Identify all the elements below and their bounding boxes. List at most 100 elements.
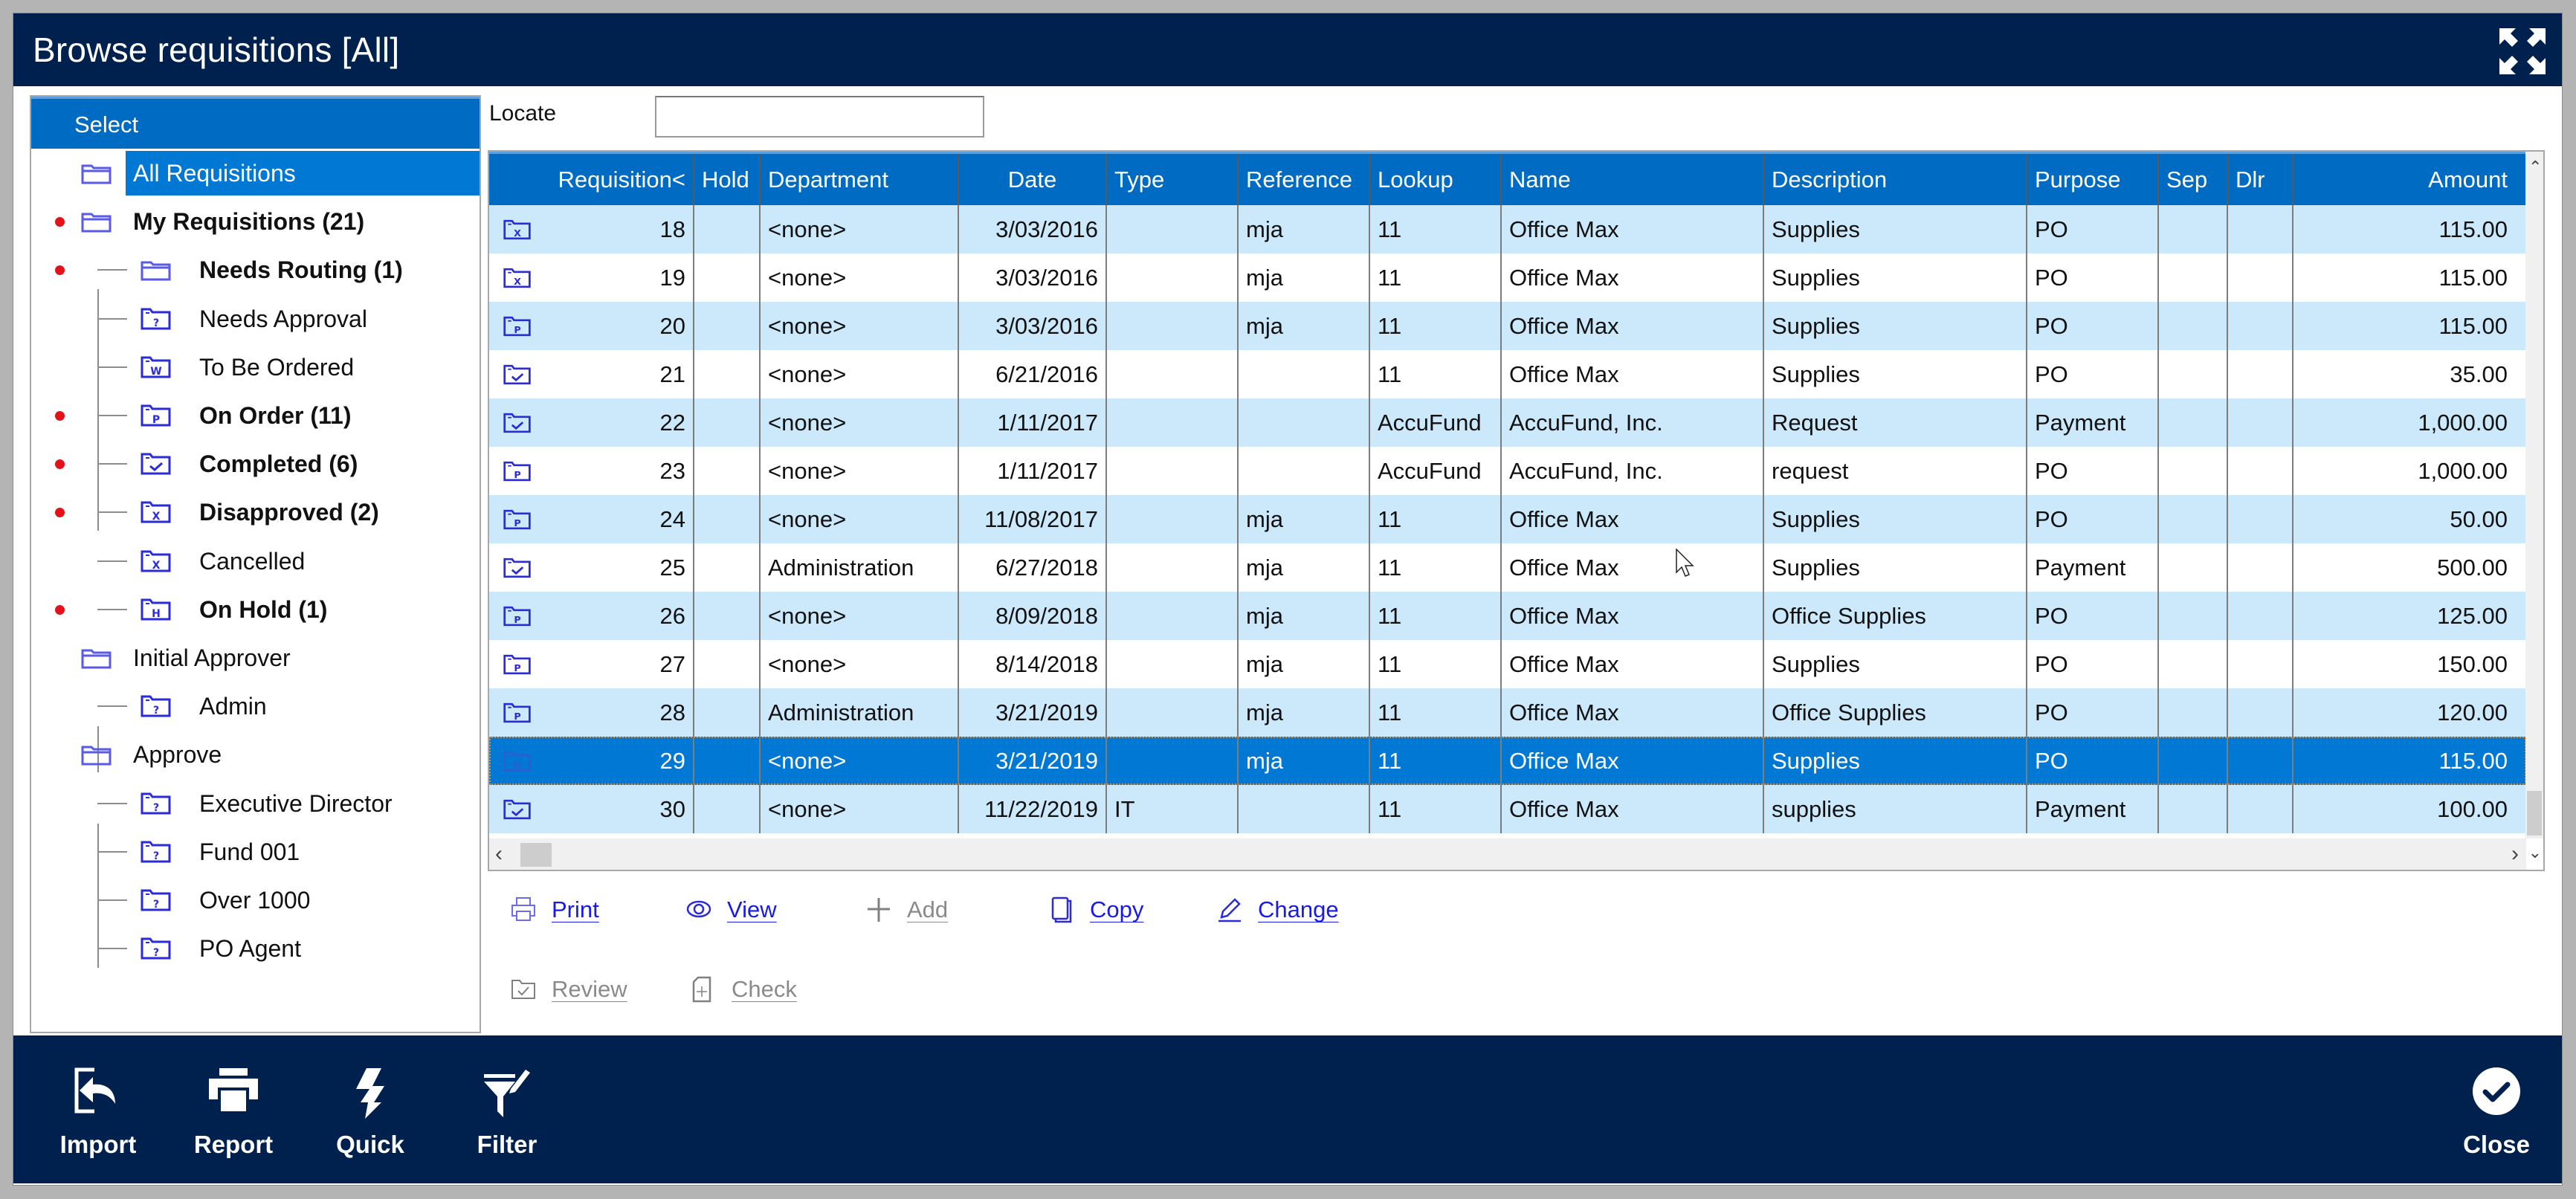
view-button[interactable]: View (685, 896, 777, 923)
import-button[interactable]: Import (46, 1035, 150, 1183)
requisition-number: 25 (659, 554, 685, 581)
table-row[interactable]: X 19 <none> 3/03/2016 mja 11 Office Max Supplie… (489, 253, 2526, 302)
cell-amount: 150.00 (2437, 650, 2508, 677)
table-row[interactable]: 22 <none> 1/11/2017 AccuFund AccuFund, Inc. R… (489, 398, 2526, 447)
cell-sep (2159, 785, 2228, 833)
vertical-scrollbar[interactable]: ⌃ (2525, 152, 2543, 838)
tree-item[interactable]: ? Needs Approval (31, 297, 480, 341)
tree-item[interactable]: ? PO Agent (31, 926, 480, 971)
column-header-dlr[interactable]: Dlr (2228, 154, 2293, 205)
tree-item[interactable]: H On Hold (1) (31, 587, 480, 632)
column-header-purpose[interactable]: Purpose (2027, 154, 2159, 205)
table-row[interactable]: P 26 <none> 8/09/2018 mja 11 Office Max Office … (489, 592, 2526, 640)
quick-button[interactable]: Quick (318, 1035, 422, 1183)
table-row[interactable]: P 23 <none> 1/11/2017 AccuFund AccuFund, Inc.… (489, 447, 2526, 495)
tree-item[interactable]: ? Admin (31, 684, 480, 728)
folder-check-icon (511, 980, 535, 999)
tree-item[interactable]: Needs Routing (1) (31, 248, 480, 292)
maximize-button[interactable] (2498, 27, 2547, 76)
tree-item[interactable]: ? Fund 001 (31, 830, 480, 874)
column-header-desc[interactable]: Description (1764, 154, 2027, 205)
tree-item[interactable]: Completed (6) (31, 442, 480, 486)
tree-item[interactable]: P On Order (11) (31, 393, 480, 438)
scroll-up-icon[interactable]: ⌃ (2528, 158, 2542, 177)
tree-item[interactable]: W To Be Ordered (31, 345, 480, 390)
expand-arrows-icon (2499, 28, 2546, 74)
cell-lookup: 11 (1370, 495, 1502, 543)
cell-amount: 115.00 (2438, 216, 2508, 242)
tree-item[interactable]: ? Executive Director (31, 781, 480, 826)
tree-item[interactable]: Approve (31, 732, 480, 777)
report-button[interactable]: Report (181, 1035, 285, 1183)
table-row[interactable]: P 28 Administration 3/21/2019 mja 11 Office Ma… (489, 688, 2526, 737)
requisition-number: 28 (659, 699, 685, 725)
cell-purpose: Payment (2027, 543, 2159, 592)
tree-item-label: Admin (199, 693, 267, 720)
horizontal-scrollbar[interactable]: ‹ › (489, 838, 2526, 870)
cell-amount: 1,000.00 (2418, 457, 2508, 484)
folder-p-icon: P (503, 702, 531, 723)
pencil-icon (1218, 898, 1241, 922)
horizontal-scroll-thumb[interactable] (520, 843, 552, 867)
tree-item[interactable]: My Requisitions (21) (31, 199, 480, 244)
check-button[interactable]: Check (690, 976, 797, 1003)
review-button[interactable]: Review (510, 976, 627, 1003)
column-header-amount[interactable]: Amount (2293, 154, 2515, 205)
column-header-hold[interactable]: Hold (694, 154, 761, 205)
print-button[interactable]: Print (510, 896, 599, 923)
column-header-ref[interactable]: Reference (1239, 154, 1370, 205)
table-row[interactable]: P 27 <none> 8/14/2018 mja 11 Office Max Supplie… (489, 640, 2526, 688)
locate-input[interactable] (655, 96, 984, 138)
tree-item[interactable]: X Disapproved (2) (31, 490, 480, 534)
column-header-type[interactable]: Type (1107, 154, 1239, 205)
tree-item-label: To Be Ordered (199, 353, 355, 381)
folder-check-icon (503, 364, 531, 385)
cell-hold (694, 737, 761, 785)
cell-purpose: PO (2027, 640, 2159, 688)
cell-name: Office Max (1502, 205, 1764, 253)
tree-connector (97, 608, 127, 610)
tree-item[interactable]: All Requisitions (31, 151, 480, 195)
scroll-right-icon[interactable]: › (2511, 841, 2519, 867)
column-header-date[interactable]: Date (959, 154, 1107, 205)
close-button[interactable]: Close (2444, 1035, 2548, 1183)
printer-icon (511, 897, 535, 921)
vertical-scroll-thumb[interactable] (2527, 791, 2542, 836)
svg-text:P: P (514, 324, 520, 335)
scroll-left-icon[interactable]: ‹ (495, 841, 503, 867)
folder-question-icon: ? (141, 308, 171, 330)
column-header-lookup[interactable]: Lookup (1370, 154, 1502, 205)
add-button[interactable]: Add (865, 896, 948, 923)
column-header-sep[interactable]: Sep (2159, 154, 2228, 205)
cell-purpose: PO (2027, 253, 2159, 302)
table-row[interactable]: 25 Administration 6/27/2018 mja 11 Office Max… (489, 543, 2526, 592)
table-row[interactable]: 30 <none> 11/22/2019 IT 11 Office Max supplies… (489, 785, 2526, 833)
add-label: Add (907, 896, 949, 922)
column-header-name[interactable]: Name (1502, 154, 1764, 205)
tree-item[interactable]: Initial Approver (31, 636, 480, 680)
scroll-down-icon[interactable]: ⌄ (2528, 843, 2542, 862)
cell-date: 3/03/2016 (959, 205, 1107, 253)
cell-dept: <none> (761, 785, 959, 833)
tree-item[interactable]: X Cancelled (31, 539, 480, 584)
change-button[interactable]: Change (1216, 896, 1339, 923)
column-header-dept[interactable]: Department (761, 154, 959, 205)
cell-type (1107, 640, 1239, 688)
copy-button[interactable]: Copy (1048, 896, 1143, 923)
table-row[interactable]: P 20 <none> 3/03/2016 mja 11 Office Max Supplie… (489, 302, 2526, 350)
table-row[interactable]: 21 <none> 6/21/2016 11 Office Max Supplies PO 3… (489, 350, 2526, 398)
cell-dlr (2228, 447, 2293, 495)
filter-button[interactable]: Filter (455, 1035, 559, 1183)
cell-type (1107, 350, 1239, 398)
svg-text:?: ? (153, 947, 159, 959)
cell-lookup: 11 (1370, 592, 1502, 640)
cell-amount: 115.00 (2438, 312, 2508, 339)
svg-text:?: ? (153, 802, 159, 814)
table-row[interactable]: P 24 <none> 11/08/2017 mja 11 Office Max Suppli… (489, 495, 2526, 543)
table-row[interactable]: H 29 <none> 3/21/2019 mja 11 Office Max Supplie… (489, 737, 2526, 785)
table-row[interactable]: X 18 <none> 3/03/2016 mja 11 Office Max Supplie… (489, 205, 2526, 253)
column-header-req[interactable]: Requisition< (489, 154, 694, 205)
cell-req: 25 (489, 543, 694, 592)
requisition-number: 30 (659, 795, 685, 822)
tree-item[interactable]: ? Over 1000 (31, 878, 480, 922)
